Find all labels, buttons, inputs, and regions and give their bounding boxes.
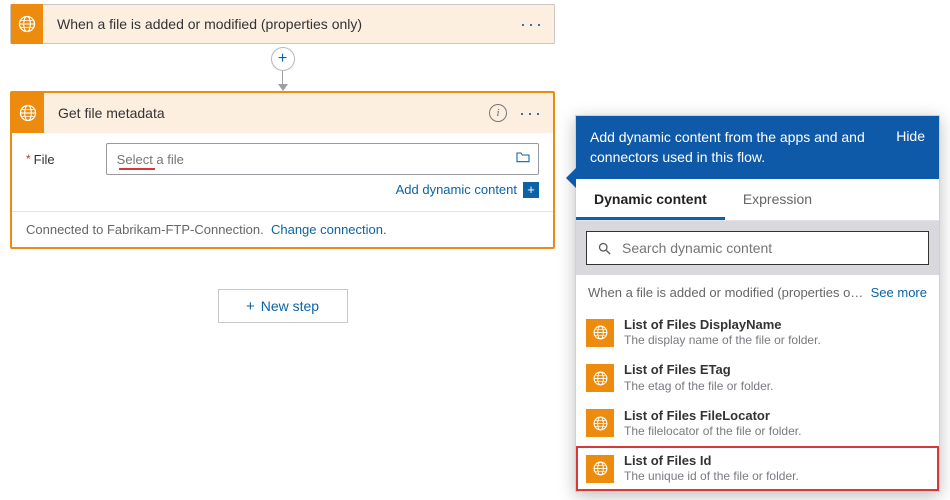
file-input[interactable] xyxy=(117,152,514,167)
connector: + xyxy=(0,43,565,91)
tab-expression[interactable]: Expression xyxy=(725,179,830,220)
file-input-wrapper[interactable] xyxy=(106,143,539,175)
ftp-icon xyxy=(12,93,44,133)
spellcheck-underline xyxy=(119,168,155,170)
connection-row: Connected to Fabrikam-FTP-Connection. Ch… xyxy=(12,211,553,247)
item-title: List of Files Id xyxy=(624,453,799,469)
section-title: When a file is added or modified (proper… xyxy=(588,285,863,300)
connection-name: Fabrikam-FTP-Connection. xyxy=(107,222,264,237)
item-desc: The display name of the file or folder. xyxy=(624,333,821,348)
ftp-icon xyxy=(11,4,43,44)
dynamic-item[interactable]: List of Files FileLocator The filelocato… xyxy=(576,401,939,446)
trigger-menu-button[interactable]: ··· xyxy=(516,8,548,40)
ftp-icon xyxy=(586,364,614,392)
ftp-icon xyxy=(586,455,614,483)
item-desc: The etag of the file or folder. xyxy=(624,379,773,394)
dynamic-item[interactable]: List of Files Id The unique id of the fi… xyxy=(576,446,939,491)
add-dynamic-content-link[interactable]: Add dynamic content + xyxy=(396,182,539,198)
action-title: Get file metadata xyxy=(58,105,489,121)
plus-icon: + xyxy=(523,182,539,198)
dynamic-content-panel: Add dynamic content from the apps and an… xyxy=(575,115,940,492)
connected-prefix: Connected to xyxy=(26,222,107,237)
search-input[interactable] xyxy=(622,240,918,256)
tab-dynamic-content[interactable]: Dynamic content xyxy=(576,179,725,220)
action-card: Get file metadata i ··· * File Add dynam… xyxy=(10,91,555,249)
callout-arrow xyxy=(566,168,576,188)
info-icon[interactable]: i xyxy=(489,104,507,122)
trigger-card[interactable]: When a file is added or modified (proper… xyxy=(10,4,555,44)
required-asterisk: * xyxy=(26,152,31,166)
ftp-icon xyxy=(586,409,614,437)
folder-picker-icon[interactable] xyxy=(514,149,532,169)
new-step-label: New step xyxy=(261,298,319,314)
see-more-link[interactable]: See more xyxy=(871,285,927,300)
dynamic-item[interactable]: List of Files DisplayName The display na… xyxy=(576,310,939,355)
panel-tabs: Dynamic content Expression xyxy=(576,179,939,221)
new-step-button[interactable]: + New step xyxy=(218,289,348,323)
add-dynamic-content-label: Add dynamic content xyxy=(396,182,517,197)
search-box[interactable] xyxy=(586,231,929,265)
item-title: List of Files FileLocator xyxy=(624,408,801,424)
insert-step-button[interactable]: + xyxy=(271,47,295,71)
item-title: List of Files DisplayName xyxy=(624,317,821,333)
dynamic-item[interactable]: List of Files ETag The etag of the file … xyxy=(576,355,939,400)
trigger-title: When a file is added or modified (proper… xyxy=(57,16,516,32)
action-menu-button[interactable]: ··· xyxy=(515,97,547,129)
change-connection-link[interactable]: Change connection. xyxy=(271,222,387,237)
action-header[interactable]: Get file metadata i ··· xyxy=(12,93,553,133)
section-header: When a file is added or modified (proper… xyxy=(576,275,939,310)
search-icon xyxy=(597,241,612,256)
hide-link[interactable]: Hide xyxy=(896,128,925,144)
file-label: File xyxy=(34,152,106,167)
ftp-icon xyxy=(586,319,614,347)
item-desc: The filelocator of the file or folder. xyxy=(624,424,801,439)
plus-icon: + xyxy=(246,298,255,315)
panel-header: Add dynamic content from the apps and an… xyxy=(576,116,939,179)
item-title: List of Files ETag xyxy=(624,362,773,378)
panel-header-text: Add dynamic content from the apps and an… xyxy=(590,128,886,167)
item-desc: The unique id of the file or folder. xyxy=(624,469,799,484)
